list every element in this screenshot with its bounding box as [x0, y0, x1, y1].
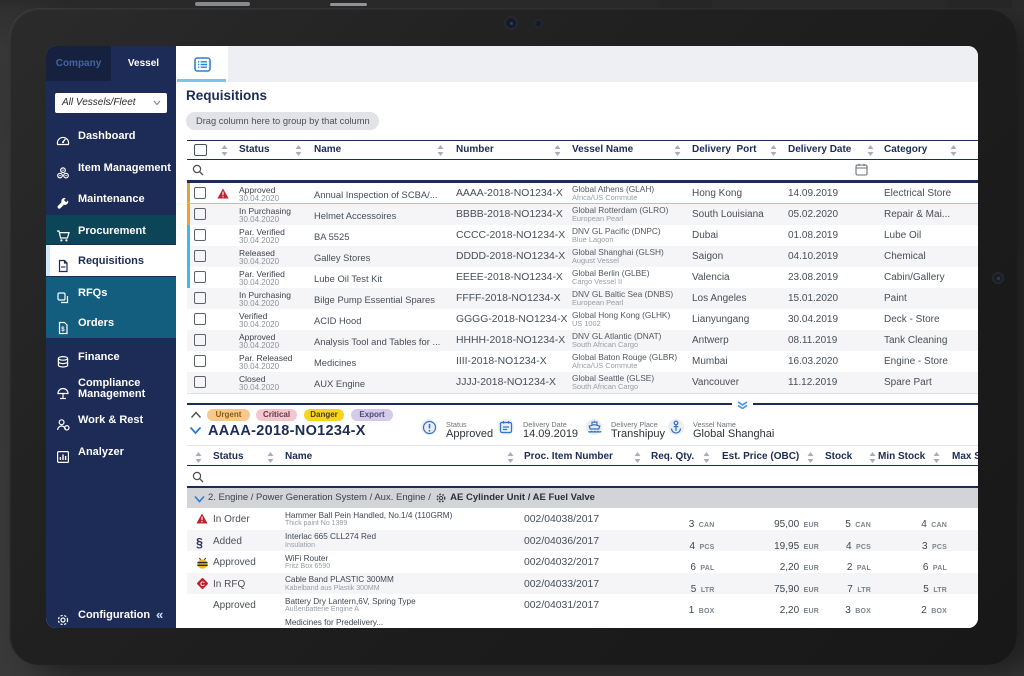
svg-text:C: C: [200, 581, 205, 588]
svg-text:$: $: [61, 328, 65, 334]
